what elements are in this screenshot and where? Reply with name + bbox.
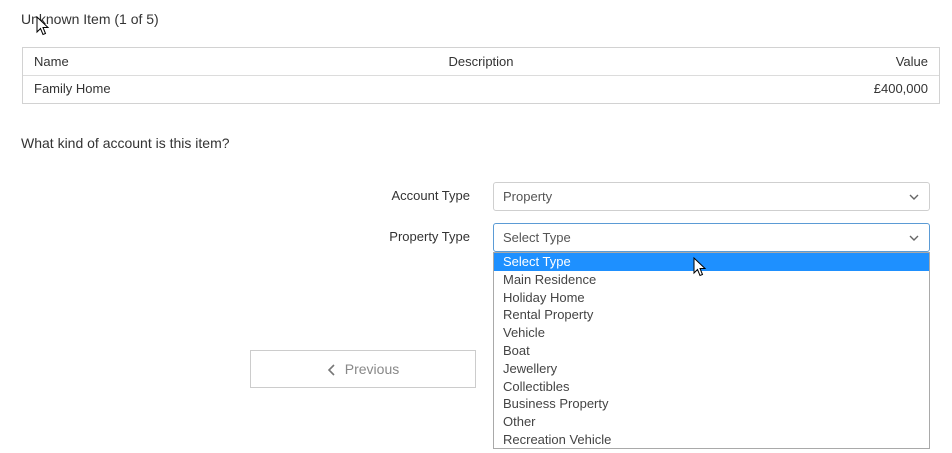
table-row: Family Home £400,000 — [23, 75, 939, 102]
account-type-value: Property — [503, 189, 553, 204]
item-table: Name Description Value Family Home £400,… — [22, 47, 940, 104]
dropdown-option[interactable]: Recreation Vehicle — [494, 431, 929, 449]
chevron-left-icon — [327, 364, 335, 376]
previous-button[interactable]: Previous — [250, 350, 476, 388]
column-header-description: Description — [448, 54, 514, 69]
table-header: Name Description Value — [23, 48, 939, 76]
account-type-select[interactable]: Property — [493, 182, 930, 211]
dropdown-option[interactable]: Vehicle — [494, 324, 929, 342]
row-value: £400,000 — [873, 81, 928, 96]
dropdown-option[interactable]: Select Type — [494, 253, 929, 271]
dropdown-option[interactable]: Other — [494, 413, 929, 431]
mouse-cursor-icon — [36, 16, 50, 36]
chevron-down-icon — [909, 194, 919, 200]
property-type-dropdown: Select Type Main Residence Holiday Home … — [493, 252, 930, 449]
dropdown-option[interactable]: Collectibles — [494, 378, 929, 396]
previous-label: Previous — [344, 361, 400, 377]
dropdown-option[interactable]: Jewellery — [494, 360, 929, 378]
property-type-value: Select Type — [503, 230, 571, 245]
column-header-value: Value — [895, 54, 928, 69]
account-question: What kind of account is this item? — [21, 135, 230, 151]
dropdown-option[interactable]: Business Property — [494, 395, 929, 413]
chevron-down-icon — [909, 235, 919, 241]
dropdown-option[interactable]: Rental Property — [494, 306, 929, 324]
mouse-cursor-icon — [693, 257, 707, 277]
row-name: Family Home — [34, 81, 111, 96]
property-type-select[interactable]: Select Type — [493, 223, 930, 252]
account-type-label: Account Type — [391, 188, 470, 203]
property-type-label: Property Type — [389, 229, 470, 244]
dropdown-option[interactable]: Holiday Home — [494, 289, 929, 307]
dropdown-option[interactable]: Main Residence — [494, 271, 929, 289]
dropdown-option[interactable]: Boat — [494, 342, 929, 360]
